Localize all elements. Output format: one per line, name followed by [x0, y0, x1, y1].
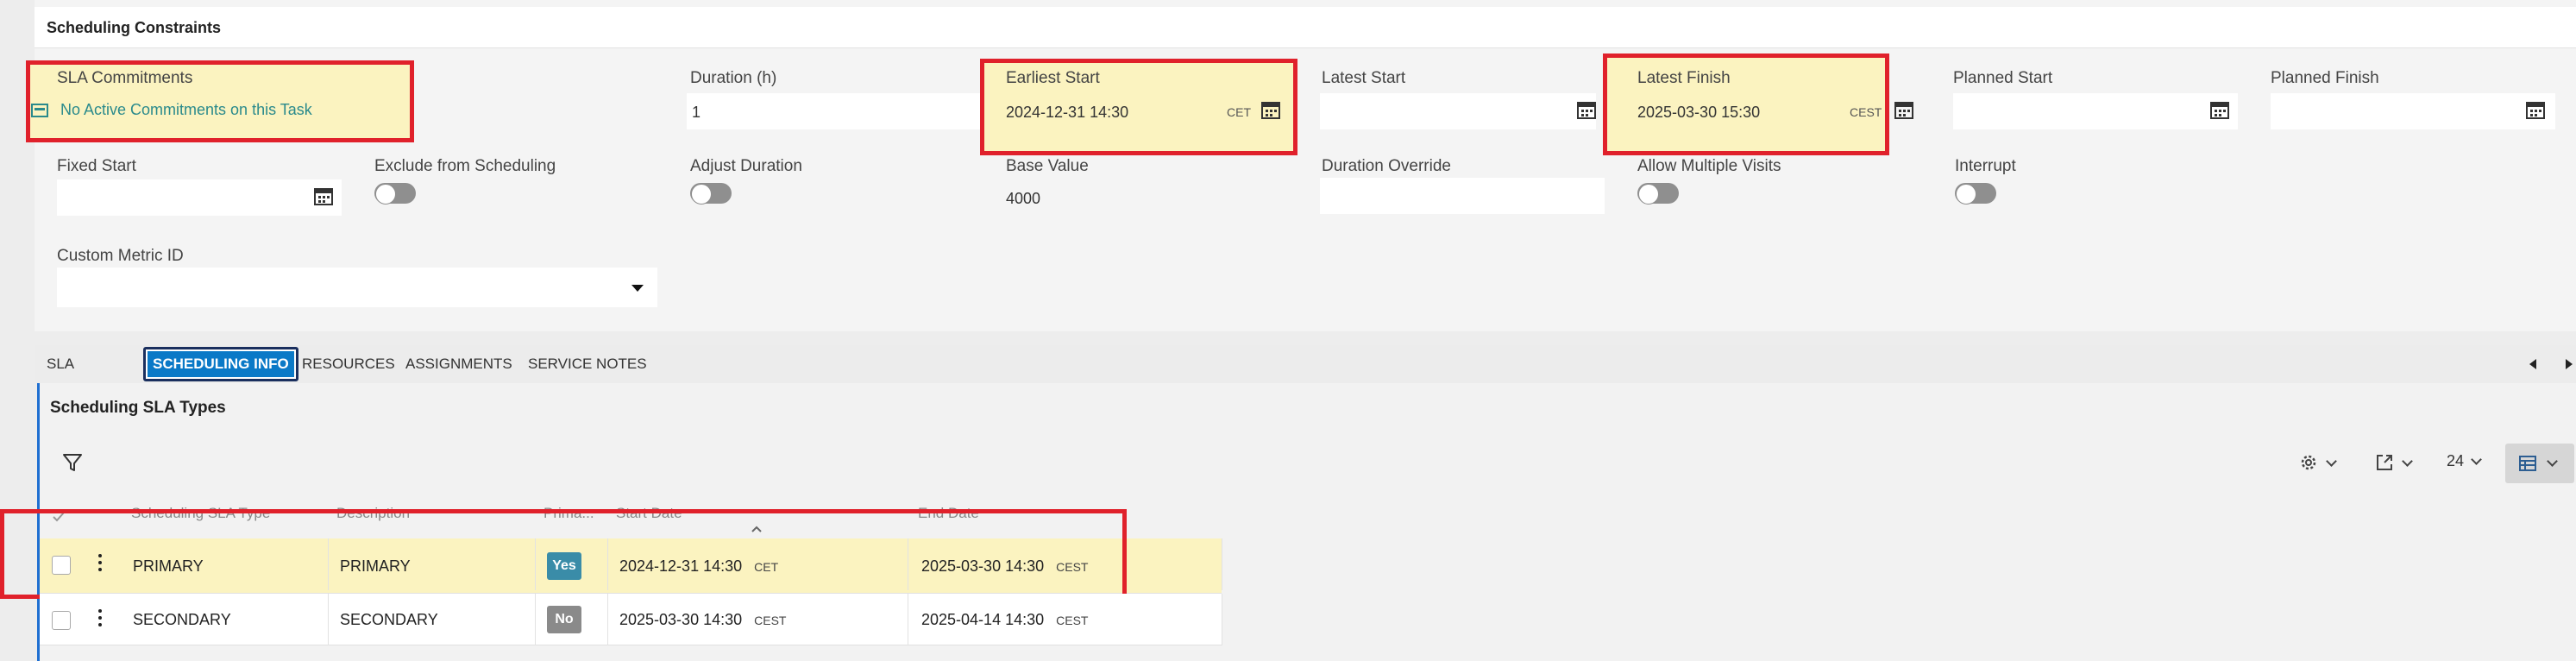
constraints-title: Scheduling Constraints [47, 19, 222, 36]
sla-commitments-link[interactable]: No Active Commitments on this Task [31, 101, 312, 119]
calendar-icon[interactable] [2526, 100, 2545, 119]
cell-type: SECONDARY [133, 611, 231, 628]
duration-input[interactable]: 1 [687, 93, 980, 129]
cell-start-date: 2025-03-30 14:30 CEST [619, 611, 787, 628]
tab-scroll-left-icon[interactable] [2529, 359, 2536, 369]
settings-menu[interactable] [2298, 452, 2337, 473]
planned-finish-input[interactable] [2271, 93, 2555, 129]
base-value: 4000 [1006, 190, 1041, 207]
calendar-icon[interactable] [1261, 100, 1280, 119]
allow-multiple-visits-label: Allow Multiple Visits [1637, 157, 1781, 175]
calendar-icon[interactable] [314, 186, 333, 205]
primary-row-highlight [0, 509, 1127, 599]
chevron-down-icon [2471, 454, 2482, 465]
custom-metric-id-select[interactable] [57, 268, 657, 307]
duration-label: Duration (h) [690, 69, 777, 87]
table-view-button[interactable] [2505, 444, 2574, 483]
page-size-value: 24 [2447, 452, 2465, 469]
planned-finish-label: Planned Finish [2271, 69, 2379, 87]
primary-no-badge: No [547, 606, 581, 633]
tab-sla[interactable]: SLA [47, 345, 74, 383]
adjust-duration-toggle[interactable] [690, 183, 732, 205]
dropdown-arrow-icon[interactable] [631, 285, 644, 292]
tab-scheduling-info[interactable]: SCHEDULING INFO [143, 347, 298, 381]
duration-override-input[interactable] [1320, 178, 1605, 214]
tab-scroll-right-icon[interactable] [2566, 359, 2573, 369]
custom-metric-id-label: Custom Metric ID [57, 247, 184, 265]
card-icon [31, 103, 48, 117]
adjust-duration-label: Adjust Duration [690, 157, 802, 175]
fixed-start-label: Fixed Start [57, 157, 136, 175]
calendar-icon[interactable] [1894, 100, 1913, 119]
tab-resources[interactable]: RESOURCES [302, 345, 395, 383]
chevron-down-icon [2547, 456, 2558, 467]
base-value-label: Base Value [1006, 157, 1089, 175]
calendar-icon[interactable] [1577, 100, 1596, 119]
earliest-start-input[interactable]: 2024-12-31 14:30 CET [1001, 93, 1285, 129]
allow-multiple-visits-toggle[interactable] [1637, 183, 1679, 205]
sla-commitments-label: SLA Commitments [57, 69, 193, 87]
table-row[interactable]: SECONDARY SECONDARY No 2025-03-30 14:30 C… [40, 594, 1222, 645]
constraints-header: Scheduling Constraints [35, 7, 2576, 48]
planned-start-input[interactable] [1953, 93, 2238, 129]
row-checkbox[interactable] [52, 611, 71, 630]
tab-assignments[interactable]: ASSIGNMENTS [405, 345, 512, 383]
latest-finish-input[interactable]: 2025-03-30 15:30 CEST [1632, 93, 1882, 129]
fixed-start-input[interactable] [57, 179, 342, 216]
planned-start-label: Planned Start [1953, 69, 2053, 87]
interrupt-label: Interrupt [1955, 157, 2016, 175]
tab-service-notes[interactable]: SERVICE NOTES [528, 345, 647, 383]
filter-icon[interactable] [62, 452, 83, 473]
row-menu-icon[interactable] [98, 609, 102, 628]
chevron-down-icon [2326, 455, 2337, 467]
export-menu[interactable] [2374, 452, 2413, 473]
sla-commitments-value: No Active Commitments on this Task [60, 101, 312, 118]
latest-start-label: Latest Start [1322, 69, 1406, 87]
calendar-icon[interactable] [2210, 100, 2229, 119]
latest-finish-label: Latest Finish [1637, 69, 1731, 87]
table-icon [2519, 456, 2536, 471]
cell-end-date: 2025-04-14 14:30 CEST [921, 611, 1089, 628]
sla-types-title: Scheduling SLA Types [50, 399, 226, 417]
interrupt-toggle[interactable] [1955, 183, 1996, 205]
cell-description: SECONDARY [340, 611, 438, 628]
gear-icon [2301, 455, 2316, 470]
exclude-from-scheduling-toggle[interactable] [374, 183, 416, 205]
export-icon [2377, 455, 2392, 470]
page-size-menu[interactable]: 24 [2447, 452, 2482, 470]
exclude-from-scheduling-label: Exclude from Scheduling [374, 157, 556, 175]
chevron-down-icon [2402, 455, 2413, 467]
latest-start-input[interactable] [1320, 93, 1596, 129]
earliest-start-label: Earliest Start [1006, 69, 1100, 87]
duration-override-label: Duration Override [1322, 157, 1451, 175]
